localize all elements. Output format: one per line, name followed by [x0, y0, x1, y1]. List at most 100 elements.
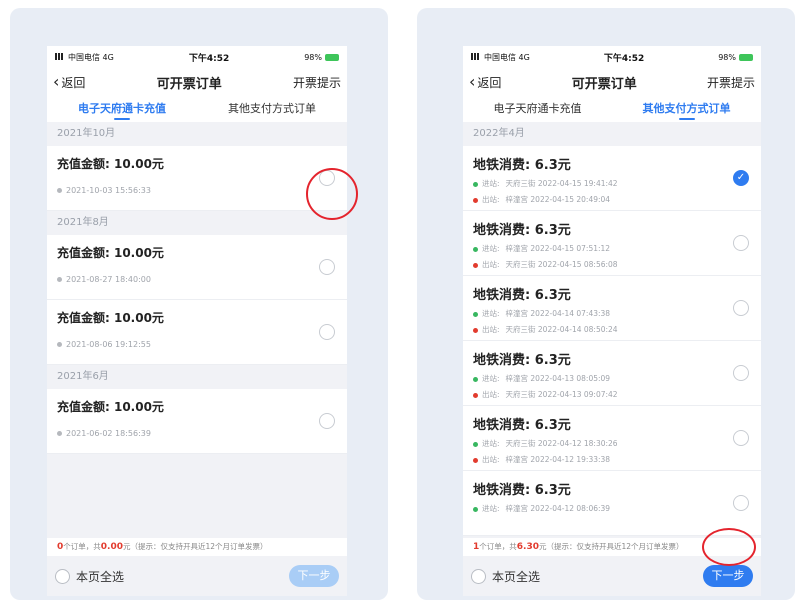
invoice-tips-link[interactable]: 开票提示: [707, 74, 755, 91]
battery-text: 98%: [718, 52, 736, 62]
exit-info: 梓潼宫 2022-04-15 20:49:04: [505, 195, 611, 204]
entry-info: 梓潼宫 2022-04-12 08:06:39: [505, 504, 611, 513]
tab-bar: 电子天府通卡充值 其他支付方式订单: [463, 96, 761, 122]
entry-dot-icon: [473, 246, 478, 252]
select-all-toggle[interactable]: 本页全选: [55, 568, 124, 585]
bottom-action-area: 0个订单，共0.00元（提示：仅支持开具近12个月订单发票） 本页全选 下一步: [47, 538, 347, 596]
month-header: 2021年10月: [57, 128, 116, 139]
entry-dot-icon: [473, 506, 478, 512]
exit-dot-icon: [473, 392, 478, 398]
order-item[interactable]: 充值金额: 10.00元 2021-06-02 18:56:39: [47, 389, 347, 454]
signal-icon: [471, 52, 481, 60]
select-radio[interactable]: [733, 235, 749, 251]
select-radio[interactable]: [319, 324, 335, 340]
select-all-toggle[interactable]: 本页全选: [471, 568, 540, 585]
page-title: 可开票订单: [156, 76, 222, 92]
back-button[interactable]: ‹ 返回: [469, 74, 501, 91]
entry-info: 天府三街 2022-04-15 19:41:42: [505, 179, 618, 188]
clock-text: 下午4:52: [188, 53, 230, 64]
selection-summary: 0个订单，共0.00元（提示：仅支持开具近12个月订单发票）: [47, 538, 347, 556]
select-radio[interactable]: [733, 495, 749, 511]
order-time: 2021-06-02 18:56:39: [66, 429, 151, 438]
exit-info: 天府三街 2022-04-14 08:50:24: [505, 325, 618, 334]
time-dot-icon: [57, 431, 62, 436]
select-radio[interactable]: [733, 300, 749, 316]
battery-icon: [324, 53, 339, 61]
order-item[interactable]: 地铁消费: 6.3元 进站: 梓潼宫 2022-04-14 07:43:38 出站…: [463, 276, 761, 341]
carrier-text: 中国电信 4G: [68, 52, 114, 62]
select-radio[interactable]: [733, 365, 749, 381]
time-dot-icon: [57, 188, 62, 193]
select-radio[interactable]: [319, 259, 335, 275]
checkmark-icon: ✓: [736, 172, 746, 183]
order-amount: 地铁消费: 6.3元: [473, 353, 571, 368]
entry-info: 天府三街 2022-04-12 18:30:26: [505, 439, 618, 448]
time-dot-icon: [57, 342, 62, 347]
select-all-radio[interactable]: [471, 568, 486, 584]
order-time: 2021-08-06 19:12:55: [66, 340, 151, 349]
select-radio[interactable]: [733, 430, 749, 446]
select-radio[interactable]: [319, 413, 335, 429]
annotation-circle: [702, 528, 756, 566]
signal-icon: [55, 52, 65, 60]
status-bar: 中国电信 4G 下午4:52 98%: [463, 46, 761, 68]
order-item[interactable]: 充值金额: 10.00元 2021-10-03 15:56:33: [47, 146, 347, 211]
clock-text: 下午4:52: [603, 53, 645, 64]
order-time: 2021-10-03 15:56:33: [66, 186, 151, 195]
select-all-radio[interactable]: [55, 568, 70, 584]
order-item[interactable]: 地铁消费: 6.3元 进站: 梓潼宫 2022-04-13 08:05:09 出站…: [463, 341, 761, 406]
entry-dot-icon: [473, 181, 478, 187]
phone-screen-other-payment: 中国电信 4G 下午4:52 98% ‹ 返回 可开票订单 开票提示 电子天府通卡…: [463, 46, 761, 596]
order-amount: 充值金额: 10.00元: [57, 157, 164, 171]
exit-dot-icon: [473, 457, 478, 463]
tab-card-recharge[interactable]: 电子天府通卡充值: [463, 96, 612, 122]
tab-other-payment[interactable]: 其他支付方式订单: [197, 96, 347, 122]
phone-screen-recharge: 中国电信 4G 下午4:52 98% ‹ 返回 可开票订单 开票提示 电子天府通卡…: [47, 46, 347, 596]
tab-card-recharge[interactable]: 电子天府通卡充值: [47, 96, 197, 122]
order-item[interactable]: 地铁消费: 6.3元 进站: 天府三街 2022-04-12 18:30:26 出…: [463, 406, 761, 471]
order-time: 2021-08-27 18:40:00: [66, 275, 151, 284]
battery-text: 98%: [304, 52, 322, 62]
battery-icon: [738, 53, 753, 61]
next-button[interactable]: 下一步: [289, 565, 339, 587]
order-item[interactable]: 充值金额: 10.00元 2021-08-06 19:12:55: [47, 300, 347, 365]
carrier-text: 中国电信 4G: [484, 52, 530, 62]
status-bar: 中国电信 4G 下午4:52 98%: [47, 46, 347, 68]
order-amount: 地铁消费: 6.3元: [473, 288, 571, 303]
exit-info: 天府三街 2022-04-15 08:56:08: [505, 260, 618, 269]
order-amount: 充值金额: 10.00元: [57, 400, 164, 414]
entry-dot-icon: [473, 376, 478, 382]
order-amount: 充值金额: 10.00元: [57, 311, 164, 325]
tab-other-payment[interactable]: 其他支付方式订单: [612, 96, 761, 122]
order-item[interactable]: 充值金额: 10.00元 2021-08-27 18:40:00: [47, 235, 347, 300]
back-button[interactable]: ‹ 返回: [53, 74, 85, 91]
nav-bar: ‹ 返回 可开票订单 开票提示: [463, 68, 761, 96]
exit-dot-icon: [473, 262, 478, 268]
nav-bar: ‹ 返回 可开票订单 开票提示: [47, 68, 347, 96]
tab-bar: 电子天府通卡充值 其他支付方式订单: [47, 96, 347, 122]
order-amount: 地铁消费: 6.3元: [473, 418, 571, 433]
order-item[interactable]: 地铁消费: 6.3元 进站: 梓潼宫 2022-04-12 08:06:39: [463, 471, 761, 536]
right-screenshot-card: 中国电信 4G 下午4:52 98% ‹ 返回 可开票订单 开票提示 电子天府通卡…: [417, 8, 795, 600]
order-item[interactable]: 地铁消费: 6.3元 进站: 天府三街 2022-04-15 19:41:42 出…: [463, 146, 761, 211]
select-radio-checked[interactable]: ✓: [733, 170, 749, 186]
page-title: 可开票订单: [571, 76, 637, 92]
month-header: 2021年6月: [57, 371, 109, 382]
month-header: 2021年8月: [57, 217, 109, 228]
order-item[interactable]: 地铁消费: 6.3元 进站: 梓潼宫 2022-04-15 07:51:12 出站…: [463, 211, 761, 276]
exit-info: 天府三街 2022-04-13 09:07:42: [505, 390, 618, 399]
entry-info: 梓潼宫 2022-04-13 08:05:09: [505, 374, 611, 383]
entry-info: 梓潼宫 2022-04-15 07:51:12: [505, 244, 611, 253]
entry-info: 梓潼宫 2022-04-14 07:43:38: [505, 309, 611, 318]
invoice-tips-link[interactable]: 开票提示: [293, 74, 341, 91]
time-dot-icon: [57, 277, 62, 282]
next-button[interactable]: 下一步: [703, 565, 753, 587]
order-amount: 充值金额: 10.00元: [57, 246, 164, 260]
exit-dot-icon: [473, 197, 478, 203]
exit-info: 梓潼宫 2022-04-12 19:33:38: [505, 455, 611, 464]
order-amount: 地铁消费: 6.3元: [473, 223, 571, 238]
order-amount: 地铁消费: 6.3元: [473, 158, 571, 173]
exit-dot-icon: [473, 327, 478, 333]
entry-dot-icon: [473, 441, 478, 447]
left-screenshot-card: 中国电信 4G 下午4:52 98% ‹ 返回 可开票订单 开票提示 电子天府通卡…: [10, 8, 388, 600]
